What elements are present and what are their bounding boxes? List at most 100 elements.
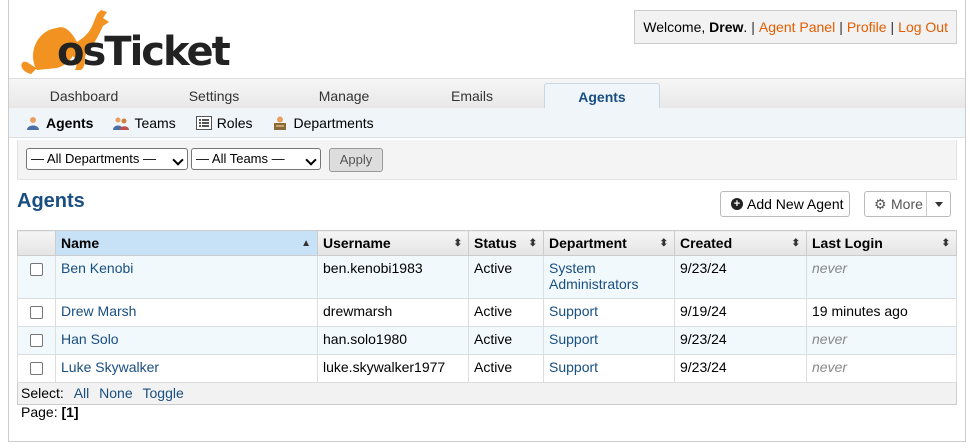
tab-agents[interactable]: Agents bbox=[544, 83, 660, 109]
sort-icon: ⬍ bbox=[453, 238, 462, 249]
column-header-username[interactable]: Username ⬍ bbox=[317, 230, 469, 256]
subnav-item-label: Teams bbox=[134, 114, 176, 131]
department-icon bbox=[272, 116, 288, 130]
column-header-label: Username bbox=[323, 235, 391, 251]
row-checkbox-cell bbox=[17, 354, 56, 383]
select-label: Select: bbox=[21, 385, 64, 401]
welcome-prefix: Welcome, bbox=[643, 19, 706, 35]
agent-name-link[interactable]: Han Solo bbox=[61, 331, 119, 347]
cell-username: ben.kenobi1983 bbox=[317, 255, 469, 299]
department-select[interactable]: — All Departments — bbox=[26, 148, 188, 170]
team-select[interactable]: — All Teams — bbox=[191, 148, 321, 170]
more-label: More bbox=[891, 196, 923, 212]
cell-name: Han Solo bbox=[55, 326, 318, 355]
column-header-label: Name bbox=[61, 235, 100, 251]
subnav-item-departments[interactable]: Departments bbox=[272, 115, 374, 131]
logout-link[interactable]: Log Out bbox=[898, 19, 948, 35]
table-row[interactable]: Luke Skywalker luke.skywalker1977 Active… bbox=[17, 354, 957, 383]
welcome-suffix: . bbox=[743, 19, 748, 35]
column-header-department[interactable]: Department ⬍ bbox=[543, 230, 675, 256]
department-link[interactable]: Support bbox=[549, 303, 598, 319]
agents-table: Name ▲ Username ⬍ Status ⬍ Department ⬍ Crea… bbox=[17, 230, 957, 405]
cell-created: 9/23/24 bbox=[674, 326, 807, 355]
cell-status: Active bbox=[468, 255, 544, 299]
osticket-logo[interactable]: osTicket bbox=[17, 4, 231, 75]
pagination: Page: [1] bbox=[21, 404, 79, 420]
cell-created: 9/23/24 bbox=[674, 255, 807, 299]
cell-created: 9/19/24 bbox=[674, 298, 807, 327]
row-checkbox[interactable] bbox=[30, 306, 43, 319]
pager-label: Page: bbox=[21, 404, 58, 420]
select-column-header bbox=[17, 230, 56, 256]
tab-manage[interactable]: Manage bbox=[279, 83, 409, 109]
table-row[interactable]: Han Solo han.solo1980 Active Support 9/2… bbox=[17, 326, 957, 355]
cell-name: Drew Marsh bbox=[55, 298, 318, 327]
plus-circle-icon: + bbox=[731, 198, 743, 210]
select-none-link[interactable]: None bbox=[99, 385, 132, 401]
column-header-status[interactable]: Status ⬍ bbox=[468, 230, 544, 256]
separator: | bbox=[751, 19, 755, 35]
welcome-user: Drew bbox=[709, 19, 744, 35]
cell-last-login: never bbox=[806, 354, 957, 383]
department-link[interactable]: Support bbox=[549, 359, 598, 375]
subnav-item-roles[interactable]: Roles bbox=[195, 114, 253, 131]
tab-settings[interactable]: Settings bbox=[149, 83, 279, 109]
column-header-label: Status bbox=[474, 235, 517, 251]
main-nav: Dashboard Settings Manage Emails Agents bbox=[9, 78, 965, 109]
department-link[interactable]: Support bbox=[549, 331, 598, 347]
sort-asc-icon: ▲ bbox=[301, 238, 311, 249]
cell-status: Active bbox=[468, 354, 544, 383]
select-all-link[interactable]: All bbox=[74, 385, 90, 401]
column-header-last-login[interactable]: Last Login ⬍ bbox=[806, 230, 957, 256]
cell-department: Support bbox=[543, 298, 675, 327]
separator: | bbox=[890, 19, 895, 35]
list-icon bbox=[195, 115, 212, 130]
agent-name-link[interactable]: Ben Kenobi bbox=[61, 260, 133, 276]
cell-last-login: never bbox=[806, 255, 957, 299]
cell-name: Ben Kenobi bbox=[55, 255, 318, 299]
column-header-created[interactable]: Created ⬍ bbox=[674, 230, 807, 256]
subnav-item-agents[interactable]: Agents bbox=[25, 115, 93, 131]
department-link[interactable]: System Administrators bbox=[549, 260, 638, 292]
row-checkbox-cell bbox=[17, 298, 56, 327]
more-button[interactable]: ⚙ More bbox=[864, 191, 951, 217]
cell-username: han.solo1980 bbox=[317, 326, 469, 355]
agent-name-link[interactable]: Drew Marsh bbox=[61, 303, 136, 319]
apply-button[interactable]: Apply bbox=[329, 148, 383, 172]
cell-last-login: never bbox=[806, 326, 957, 355]
add-new-agent-button[interactable]: + Add New Agent bbox=[720, 191, 850, 217]
subnav-item-label: Roles bbox=[216, 114, 253, 131]
sort-icon: ⬍ bbox=[528, 238, 537, 249]
page: osTicket Welcome, Drew. | Agent Panel | … bbox=[8, 0, 966, 442]
row-checkbox-cell bbox=[17, 326, 56, 355]
table-row[interactable]: Drew Marsh drewmarsh Active Support 9/19… bbox=[17, 298, 957, 327]
sub-nav: Agents Teams Roles Departments bbox=[9, 108, 965, 138]
chevron-down-icon[interactable] bbox=[926, 192, 950, 216]
pager-current-page[interactable]: [1] bbox=[61, 404, 78, 420]
cell-username: luke.skywalker1977 bbox=[317, 354, 469, 383]
cell-name: Luke Skywalker bbox=[55, 354, 318, 383]
column-header-name[interactable]: Name ▲ bbox=[55, 230, 318, 256]
cell-status: Active bbox=[468, 298, 544, 327]
cell-status: Active bbox=[468, 326, 544, 355]
row-checkbox[interactable] bbox=[30, 334, 43, 347]
row-checkbox[interactable] bbox=[30, 263, 43, 276]
agent-panel-link[interactable]: Agent Panel bbox=[759, 19, 835, 35]
logo-wordmark: osTicket bbox=[57, 29, 231, 75]
profile-link[interactable]: Profile bbox=[847, 19, 887, 35]
sort-icon: ⬍ bbox=[659, 238, 668, 249]
table-footer-row: Select: All None Toggle bbox=[17, 382, 957, 405]
add-new-agent-label: Add New Agent bbox=[747, 196, 844, 212]
user-icon bbox=[25, 116, 41, 130]
subnav-item-teams[interactable]: Teams bbox=[113, 114, 176, 131]
select-toggle-link[interactable]: Toggle bbox=[143, 385, 184, 401]
agent-name-link[interactable]: Luke Skywalker bbox=[61, 359, 159, 375]
tab-emails[interactable]: Emails bbox=[409, 83, 535, 109]
tab-dashboard[interactable]: Dashboard bbox=[19, 83, 149, 109]
cell-department: Support bbox=[543, 326, 675, 355]
cell-username: drewmarsh bbox=[317, 298, 469, 327]
table-row[interactable]: Ben Kenobi ben.kenobi1983 Active System … bbox=[17, 255, 957, 299]
gear-icon: ⚙ bbox=[874, 196, 887, 212]
row-checkbox[interactable] bbox=[30, 362, 43, 375]
subnav-item-label: Agents bbox=[46, 114, 94, 131]
